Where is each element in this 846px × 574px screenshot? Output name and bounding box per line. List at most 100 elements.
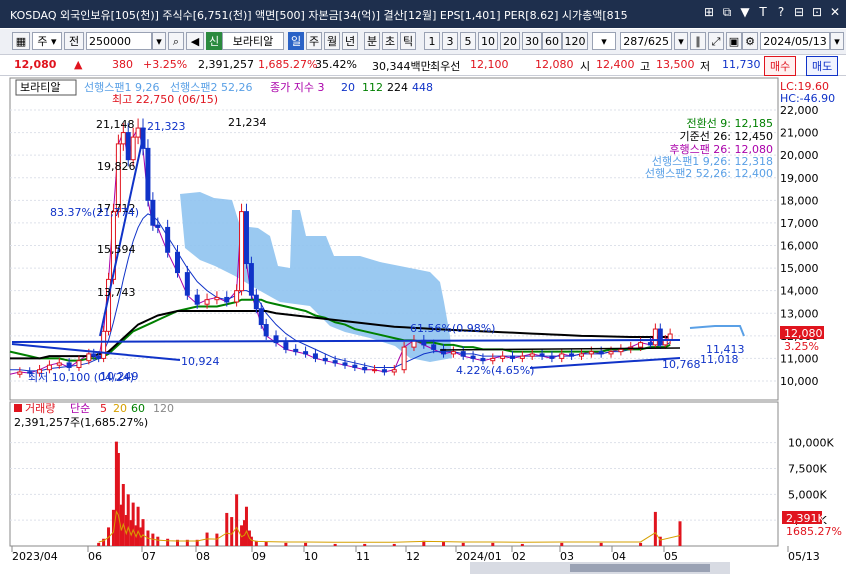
annot-19826: 19,826 [97,160,136,173]
candle-body [303,351,309,355]
page-down-icon[interactable]: ▾ [674,32,688,50]
sell-button[interactable]: 매도 [806,56,839,76]
x-tick-label: 04 [612,550,626,563]
candle-body [510,355,515,359]
save-icon[interactable]: ▣ [726,32,742,50]
candle-body [352,364,358,368]
candle-body [598,351,604,355]
period-tick[interactable]: 틱 [400,32,416,50]
chevron-down-icon[interactable]: ▾ [152,32,166,50]
scrollbar-thumb[interactable] [570,564,710,572]
legend-ma224: 224 [387,81,408,94]
minute-20[interactable]: 20 [500,32,520,50]
minute-120[interactable]: 120 [562,32,588,50]
volume: 2,391,257 [198,58,254,71]
candle-body [647,342,653,346]
candle-body [101,330,107,359]
volume-bar [264,541,268,546]
x-tick-label: 2023/04 [12,550,58,563]
period-year[interactable]: 년 [342,32,358,50]
candle-body [243,211,249,265]
x-tick-label: 07 [142,550,156,563]
volume-bar [141,519,145,546]
candle-body [56,362,62,366]
volume-bar [116,453,120,546]
stock-chart[interactable]: 10,00011,00012,00013,00014,00015,00016,0… [0,76,846,574]
candle-body [150,199,156,226]
title-icons: ⊞ ⧉ ▼ T ? ⊟ ⊡ ✕ [702,5,842,19]
page-total: /625 [644,35,669,48]
x-tick-label: 05/13 [788,550,820,563]
candle-body [120,132,126,145]
maximize-icon[interactable]: ⊡ [810,5,824,19]
volume-rate: 1,685.27% [258,58,318,71]
sound-icon[interactable]: ◀ [186,32,204,50]
prev-button[interactable]: 전 [64,32,84,50]
minimize-icon[interactable]: ⊟ [792,5,806,19]
low-label: 저 [700,60,711,73]
volume-tag: 2,391K [786,512,825,525]
period-select[interactable]: 주 ▾ [32,32,62,50]
code-input[interactable]: 250000 [86,32,152,50]
annot-10924: 10,924 [181,355,220,368]
minute-60[interactable]: 60 [542,32,562,50]
chart-icon[interactable]: ▦ [12,32,30,50]
pin-icon[interactable]: ▼ [738,5,752,19]
minute-3[interactable]: 3 [442,32,458,50]
candle-body [224,296,230,303]
minute-1[interactable]: 1 [424,32,440,50]
candle-body [253,294,259,310]
open-price: 12,400 [596,58,635,71]
volume-bar [230,517,234,546]
low-price: 11,730 [722,58,761,71]
annot-10249: 10,249 [100,370,139,383]
layout-icon[interactable]: ⊞ [702,5,716,19]
page-current: 287 [623,35,645,48]
volume-bar [678,521,682,546]
period-value: 주 [37,35,48,48]
candle-body [401,346,407,371]
x-tick-label: 05 [664,550,678,563]
candle-body [470,355,476,359]
candle-body [91,353,97,357]
help-icon[interactable]: ? [774,5,788,19]
annot-61-56: 61.56%(0.98%) [410,322,495,335]
period-month[interactable]: 월 [324,32,340,50]
expand-icon[interactable]: ⤢ [708,32,724,50]
period-week[interactable]: 주 [306,32,322,50]
period-day[interactable]: 일 [288,32,304,50]
minute-10[interactable]: 10 [478,32,498,50]
period-minute[interactable]: 분 [364,32,380,50]
candle-body [263,324,269,337]
buy-button[interactable]: 매수 [764,56,797,76]
period-second[interactable]: 초 [382,32,398,50]
candle-body [549,355,555,359]
legend-close-index: 종가 지수 3 [270,81,324,94]
bars-icon[interactable]: ∥ [690,32,706,50]
candle-body [652,328,658,346]
price-tick-label: 19,000 [780,172,819,185]
minute-5[interactable]: 5 [460,32,476,50]
candle-body [258,308,264,326]
volume-bar [304,542,308,546]
candle-body [608,351,614,355]
volume-tag-pct: 1685.27% [786,525,842,538]
volume-legend-ma5: 5 [100,402,107,415]
calendar-icon[interactable]: ▾ [830,32,844,50]
copy-icon[interactable]: ⧉ [720,5,734,19]
candle-body [362,366,368,371]
volume-bar [249,536,253,546]
candle-body [657,328,663,346]
date-input[interactable]: 2024/05/13 [760,32,830,50]
high-label: 고 [640,60,651,73]
close-icon[interactable]: ✕ [828,5,842,19]
legend-ma448: 448 [412,81,433,94]
annot-percent: 83.37%(21,774) [50,206,139,219]
candle-body [248,263,254,296]
gear-icon[interactable]: ⚙ [742,32,758,50]
interval-select[interactable]: ▾ [592,32,616,50]
candle-body [76,360,82,368]
search-icon[interactable]: ⌕ [168,32,184,50]
minute-30[interactable]: 30 [522,32,542,50]
font-icon[interactable]: T [756,5,770,19]
